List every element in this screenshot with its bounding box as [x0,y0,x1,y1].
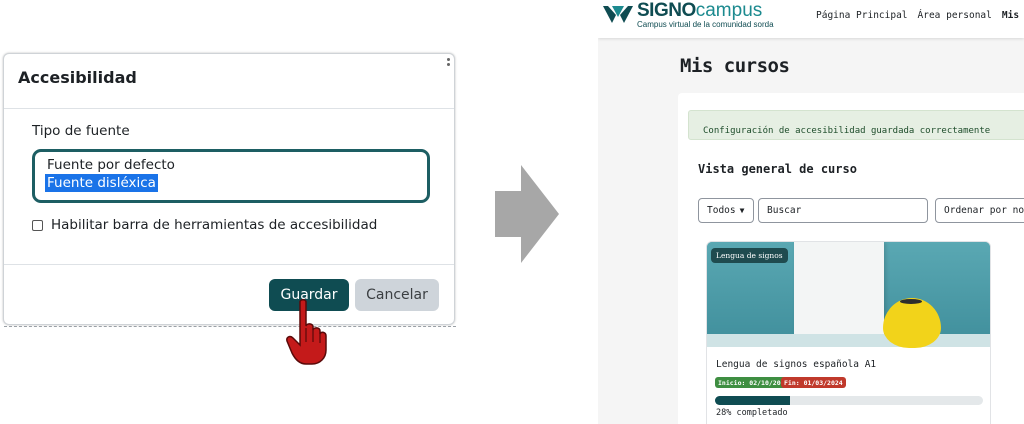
course-progress-fill [715,396,791,405]
dialog-title: Accesibilidad [18,68,137,87]
search-input[interactable]: Buscar [758,198,928,223]
accessibility-dialog: Accesibilidad Tipo de fuente Fuente por … [3,53,455,325]
course-start-badge: Inicio: 02/10/2023 [715,377,792,388]
top-navbar: SIGNOcampus Campus virtual de la comunid… [598,0,1024,38]
course-card[interactable]: Lengua de signos Lengua de signos españo… [706,241,991,424]
dialog-screenshot: Accesibilidad Tipo de fuente Fuente por … [0,50,458,330]
hand-pointer-icon [286,299,327,365]
course-end-badge: Fin: 01/03/2024 [781,377,846,388]
course-progress-bar [715,396,983,405]
caret-down-icon: ▼ [739,206,745,215]
nav-home[interactable]: Página Principal [816,10,908,21]
sort-label: Ordenar por nombre [944,205,1024,216]
nav-links: Página Principal Área personal Mis curso… [816,10,1024,21]
logo-campus: campus [695,0,763,21]
course-image[interactable]: Lengua de signos [707,242,990,348]
nav-personal-area[interactable]: Área personal [918,10,992,21]
right-arrow-icon [495,165,559,263]
font-option-default[interactable]: Fuente por defecto [47,156,427,174]
logo-signo: SIGNO [637,0,696,21]
toolbar-checkbox-row: Habilitar barra de herramientas de acces… [32,217,454,233]
cancel-button[interactable]: Cancelar [355,279,439,311]
course-progress-text: 28% completado [716,408,788,418]
divider [4,326,456,327]
alert-text: Configuración de accesibilidad guardada … [703,126,991,136]
toolbar-checkbox[interactable] [32,219,43,231]
sort-dropdown[interactable]: Ordenar por nombre [935,198,1024,223]
signo-logo-icon[interactable] [602,3,634,25]
search-placeholder: Buscar [767,205,802,216]
page-title: Mis cursos [680,55,790,77]
dialog-footer: Guardar Cancelar [4,264,454,326]
campus-page: SIGNOcampus Campus virtual de la comunid… [598,0,1024,424]
font-type-select[interactable]: Fuente por defecto Fuente disléxica [32,149,430,203]
font-type-label: Tipo de fuente [32,123,130,139]
filter-label: Todos [707,205,736,216]
dialog-body: Tipo de fuente Fuente por defecto Fuente… [4,109,454,233]
filter-dropdown[interactable]: Todos ▼ [698,198,754,223]
font-option-dyslexic[interactable]: Fuente disléxica [45,174,158,192]
logo-text[interactable]: SIGNOcampus [637,0,762,22]
dialog-header: Accesibilidad [4,54,454,109]
course-name[interactable]: Lengua de signos española A1 [716,359,876,370]
course-category-badge: Lengua de signos [711,248,788,263]
course-overview-card: Configuración de accesibilidad guardada … [678,93,1024,424]
toolbar-checkbox-label[interactable]: Habilitar barra de herramientas de acces… [51,217,377,233]
kebab-icon[interactable] [447,58,453,72]
logo-tagline: Campus virtual de la comunidad sorda [637,20,774,29]
success-alert: Configuración de accesibilidad guardada … [688,110,1024,140]
nav-my-courses[interactable]: Mis cursos [1002,10,1024,21]
section-title: Vista general de curso [698,162,857,176]
